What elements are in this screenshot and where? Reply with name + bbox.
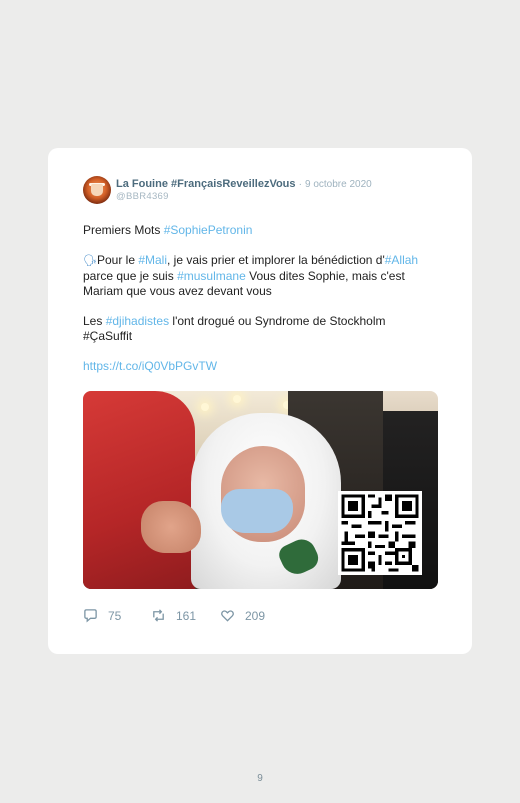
text-span: l'ont drogué ou Syndrome de Stockholm — [169, 314, 386, 328]
hashtag-sophiepetronin[interactable]: #SophiePetronin — [164, 223, 253, 237]
author-name[interactable]: La Fouine #FrançaisReveillezVous — [116, 178, 296, 190]
tweet-actions: 75 161 209 — [83, 608, 343, 626]
avatar[interactable] — [83, 176, 111, 204]
tweet-line-1: Premiers Mots #SophiePetronin — [83, 223, 443, 238]
text-span: Les — [83, 314, 106, 328]
text-span: Pour le — [96, 253, 139, 267]
tweet-card: La Fouine #FrançaisReveillezVous · 9 oct… — [48, 148, 472, 654]
reply-icon — [84, 609, 97, 623]
hashtag-mali[interactable]: #Mali — [138, 253, 167, 267]
separator: · — [298, 179, 302, 190]
tweet-paragraph-2: 🗣Pour le #Mali, je vais prier et implore… — [83, 253, 443, 299]
qr-code[interactable] — [338, 491, 422, 575]
page-number: 9 — [257, 773, 263, 784]
hand-on-shoulder — [141, 501, 201, 553]
author-line: La Fouine #FrançaisReveillezVous · 9 oct… — [116, 178, 372, 190]
tweet-date[interactable]: 9 octobre 2020 — [305, 179, 372, 190]
reply-count: 75 — [108, 608, 122, 623]
speaking-head-icon: 🗣 — [83, 255, 97, 267]
tweet-photo[interactable] — [83, 391, 438, 589]
retweet-count: 161 — [176, 608, 197, 623]
retweet-icon — [153, 609, 164, 622]
like-action[interactable]: 209 — [220, 608, 265, 623]
hashtag-musulmane[interactable]: #musulmane — [177, 269, 246, 283]
like-count: 209 — [245, 608, 266, 623]
reply-action[interactable]: 75 — [83, 608, 121, 623]
heart-icon — [221, 610, 234, 622]
author-handle[interactable]: @BBR4369 — [116, 191, 169, 202]
tweet-paragraph-3: Les #djihadistes l'ont drogué ou Syndrom… — [83, 314, 443, 329]
hashtag-allah[interactable]: #Allah — [385, 253, 418, 267]
retweet-action[interactable]: 161 — [151, 608, 196, 623]
text-span: , je vais prier et implorer la bénédicti… — [167, 253, 385, 267]
face-mask — [221, 489, 293, 533]
tweet-link[interactable]: https://t.co/iQ0VbPGvTW — [83, 359, 217, 373]
tweet-text: Premiers Mots #SophiePetronin 🗣Pour le #… — [83, 223, 443, 374]
text-span: parce que je suis — [83, 269, 178, 283]
hashtag-djihadistes[interactable]: #djihadistes — [106, 314, 169, 328]
text-span: Premiers Mots — [83, 223, 164, 237]
person-red-shirt — [83, 391, 195, 589]
hashtag-casuffit[interactable]: #ÇaSuffit — [83, 329, 443, 344]
